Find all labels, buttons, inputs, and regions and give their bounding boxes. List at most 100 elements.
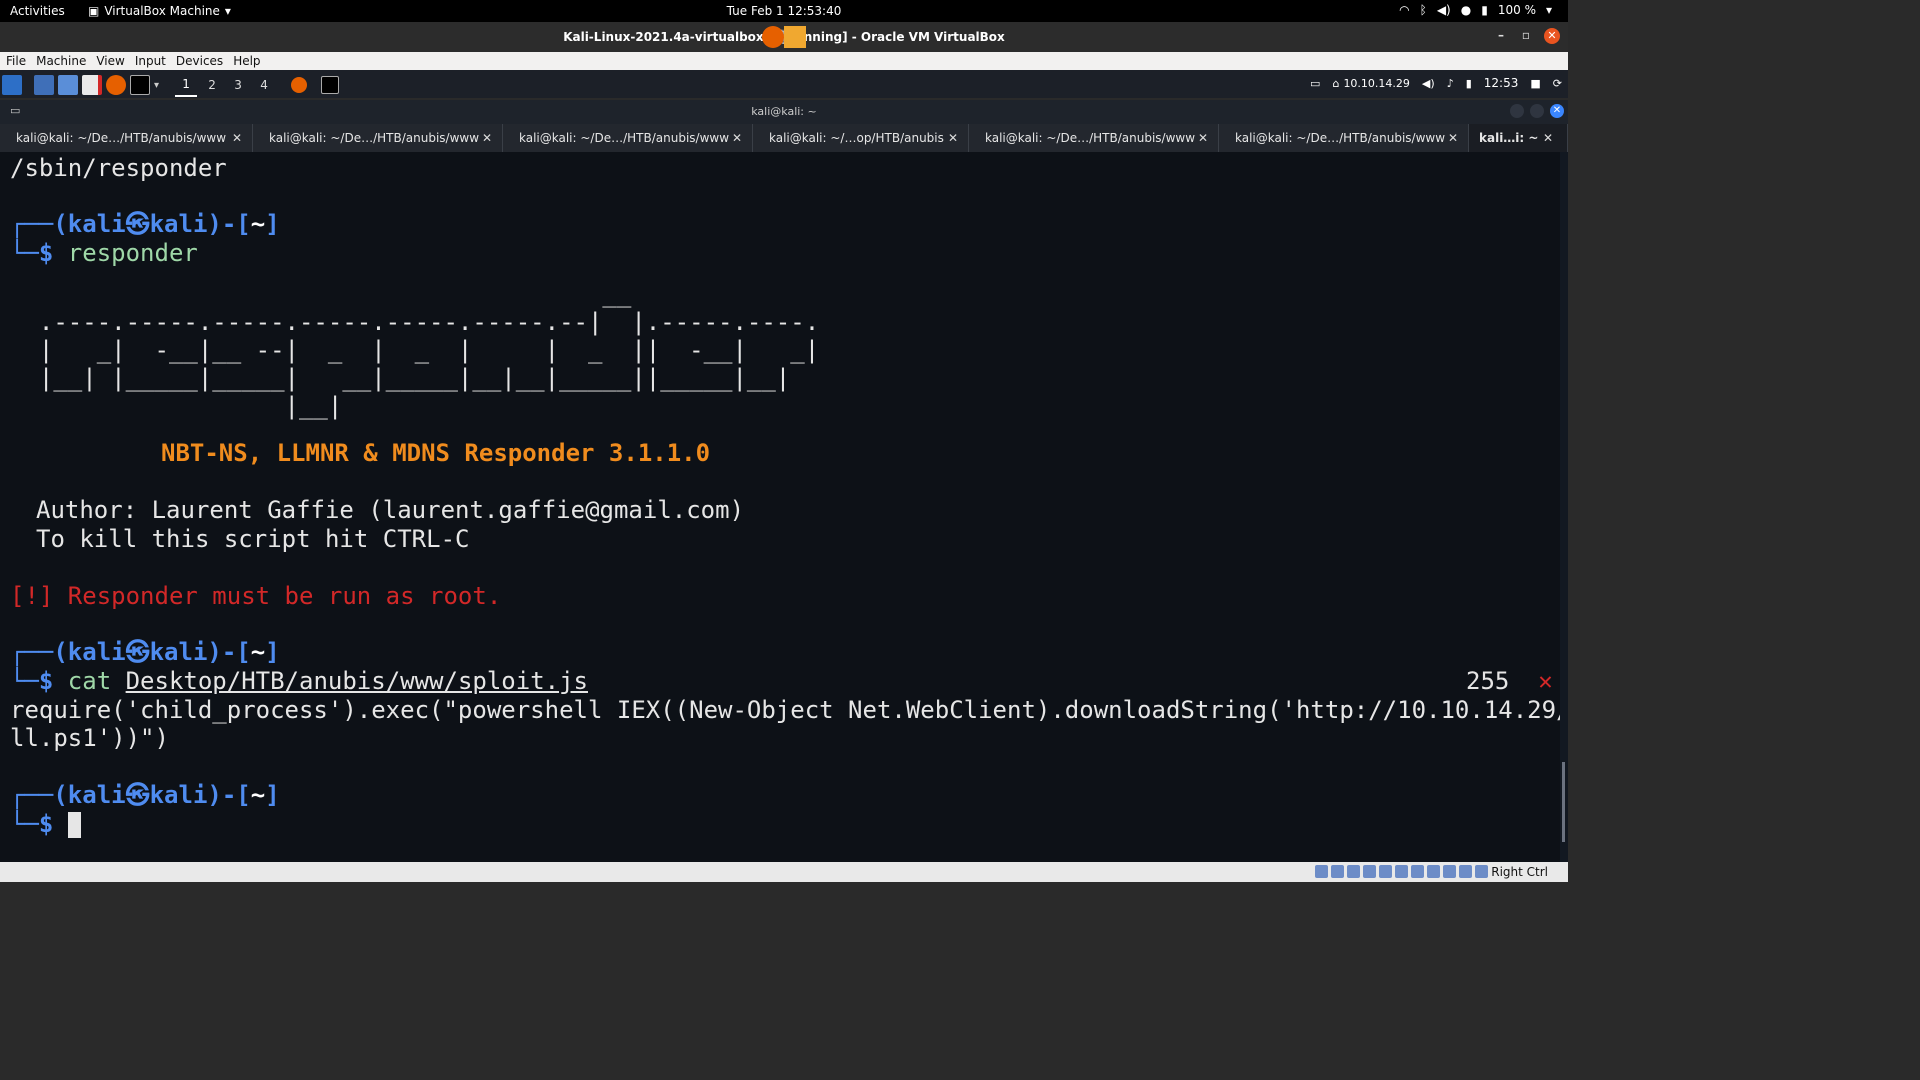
prompt-header: ┌──(kali㉿kali)-[~]	[10, 638, 280, 666]
desktop-icon[interactable]	[34, 75, 54, 95]
system-tray[interactable]: ◠ ᛒ ◀) ● ▮ 100 % ▾	[1399, 3, 1552, 17]
scrollbar-thumb[interactable]	[1562, 762, 1565, 842]
close-icon[interactable]: ✕	[948, 124, 958, 152]
error-x-icon: ✕	[1538, 667, 1553, 695]
workspace-4[interactable]: 4	[253, 74, 275, 96]
keyboard-icon[interactable]	[1475, 865, 1488, 878]
host-key-label: Right Ctrl	[1491, 865, 1548, 879]
terminal-title: kali@kali: ~	[751, 105, 817, 118]
terminal-icon[interactable]	[130, 75, 150, 95]
volume-icon[interactable]: ◀)	[1422, 77, 1435, 90]
microphone-icon	[784, 26, 806, 48]
ascii-art-line: |__|	[10, 392, 343, 420]
close-icon[interactable]: ✕	[1544, 28, 1560, 44]
firefox-icon	[762, 26, 784, 48]
tab-6[interactable]: kali@kali: ~/De…/HTB/anubis/www ✕	[1219, 124, 1469, 152]
close-icon[interactable]: ✕	[1543, 124, 1553, 152]
vbox-status-bar: Right Ctrl	[0, 862, 1568, 882]
tab-3[interactable]: kali@kali: ~/De…/HTB/anubis/www ✕	[503, 124, 753, 152]
prompt-line[interactable]: └─$	[10, 810, 81, 838]
menu-devices[interactable]: Devices	[170, 54, 227, 68]
ascii-art-line: __	[10, 280, 632, 308]
command-argument: Desktop/HTB/anubis/www/sploit.js	[125, 667, 588, 695]
prompt-header: ┌──(kali㉿kali)-[~]	[10, 210, 280, 238]
workspace-2[interactable]: 2	[201, 74, 223, 96]
output-line: ll.ps1'))")	[10, 724, 169, 752]
power-icon[interactable]: ⟳	[1553, 77, 1562, 90]
network-icon[interactable]: ⌂	[1332, 77, 1339, 90]
prompt-line: └─$ responder	[10, 239, 198, 267]
clock[interactable]: Tue Feb 1 12:53:40	[0, 4, 1568, 18]
prompt-host: kali	[149, 638, 208, 666]
tab-label: kali@kali: ~/…op/HTB/anubis	[769, 131, 944, 145]
maximize-icon[interactable]: ▫	[1522, 28, 1530, 42]
menu-machine[interactable]: Machine	[30, 54, 90, 68]
chevron-down-icon[interactable]: ▾	[154, 80, 159, 91]
menu-input[interactable]: Input	[129, 54, 170, 68]
network-icon[interactable]	[1363, 865, 1376, 878]
error-message: [!] Responder must be run as root.	[10, 582, 502, 610]
bell-icon[interactable]: ♪	[1447, 77, 1454, 90]
cpu-icon[interactable]	[1443, 865, 1456, 878]
mouse-integration-icon[interactable]	[1459, 865, 1472, 878]
battery-icon[interactable]: ▮	[1466, 77, 1472, 90]
recording-icon[interactable]	[1427, 865, 1440, 878]
firefox-task-icon[interactable]	[291, 77, 308, 93]
workspace-3[interactable]: 3	[227, 74, 249, 96]
prompt-line: └─$ cat Desktop/HTB/anubis/www/sploit.js	[10, 667, 588, 695]
bluetooth-icon: ᛒ	[1419, 3, 1427, 17]
usb-icon[interactable]	[1379, 865, 1392, 878]
close-icon[interactable]: ✕	[482, 124, 492, 152]
hard-disk-icon[interactable]	[1315, 865, 1328, 878]
tab-label: kali…i: ~	[1479, 131, 1539, 145]
terminal-tabs: kali@kali: ~/De…/HTB/anubis/www ✕ kali@k…	[0, 124, 1568, 152]
minimize-icon[interactable]	[1510, 104, 1524, 118]
terminal-output[interactable]: /sbin/responder ┌──(kali㉿kali)-[~] └─$ r…	[0, 152, 1560, 862]
kill-line: To kill this script hit CTRL-C	[36, 525, 470, 553]
terminal-scrollbar[interactable]	[1560, 152, 1568, 862]
tab-5[interactable]: kali@kali: ~/De…/HTB/anubis/www ✕	[969, 124, 1219, 152]
tab-1[interactable]: kali@kali: ~/De…/HTB/anubis/www ✕	[0, 124, 253, 152]
wifi-icon: ◠	[1399, 3, 1410, 17]
workspace-1[interactable]: 1	[175, 73, 198, 97]
panel-clock[interactable]: 12:53	[1484, 76, 1519, 90]
responder-banner: NBT-NS, LLMNR & MDNS Responder 3.1.1.0	[161, 439, 711, 467]
tab-7-active[interactable]: kali…i: ~ ✕	[1469, 124, 1568, 152]
firefox-icon[interactable]	[106, 75, 126, 95]
close-icon[interactable]: ✕	[732, 124, 742, 152]
menu-file[interactable]: File	[0, 54, 30, 68]
prompt-header: ┌──(kali㉿kali)-[~]	[10, 781, 280, 809]
text-cursor	[67, 812, 81, 838]
optical-drive-icon[interactable]	[1331, 865, 1344, 878]
lock-icon[interactable]: ■	[1530, 77, 1540, 90]
monitor-icon[interactable]: ▭	[1310, 77, 1320, 90]
separator	[26, 75, 30, 95]
text-editor-icon[interactable]	[82, 75, 102, 95]
prompt-host: kali	[149, 781, 208, 809]
tab-label: kali@kali: ~/De…/HTB/anubis/www	[1235, 131, 1446, 145]
ascii-art-line: | _| -__|__ --| _ | _ | | _ || -__| _|	[10, 336, 820, 364]
display-icon[interactable]	[1411, 865, 1424, 878]
close-icon[interactable]: ✕	[1198, 124, 1208, 152]
battery-level: 100 %	[1497, 3, 1536, 17]
folder-icon[interactable]	[58, 75, 78, 95]
prompt-dir: ~	[250, 781, 266, 809]
maximize-icon[interactable]	[1530, 104, 1544, 118]
close-icon[interactable]: ✕	[1448, 124, 1458, 152]
prompt-user: kali	[67, 638, 126, 666]
audio-icon[interactable]	[1347, 865, 1360, 878]
kali-panel: ▾ 1 2 3 4 ▭ ⌂ 10.10.14.29 ◀) ♪ ▮ 12:53 ■…	[0, 70, 1568, 98]
menu-view[interactable]: View	[90, 54, 128, 68]
close-icon[interactable]: ✕	[232, 124, 242, 152]
ip-address: 10.10.14.29	[1343, 76, 1410, 90]
kali-menu-icon[interactable]	[2, 75, 22, 95]
tab-4[interactable]: kali@kali: ~/…op/HTB/anubis ✕	[753, 124, 969, 152]
terminal-task-icon[interactable]	[321, 76, 340, 94]
menu-help[interactable]: Help	[227, 54, 264, 68]
minimize-icon[interactable]: –	[1498, 28, 1504, 42]
shared-folders-icon[interactable]	[1395, 865, 1408, 878]
close-icon[interactable]: ✕	[1550, 104, 1564, 118]
exit-code: 255	[1466, 667, 1510, 695]
tab-2[interactable]: kali@kali: ~/De…/HTB/anubis/www ✕	[253, 124, 503, 152]
tab-label: kali@kali: ~/De…/HTB/anubis/www	[519, 131, 730, 145]
